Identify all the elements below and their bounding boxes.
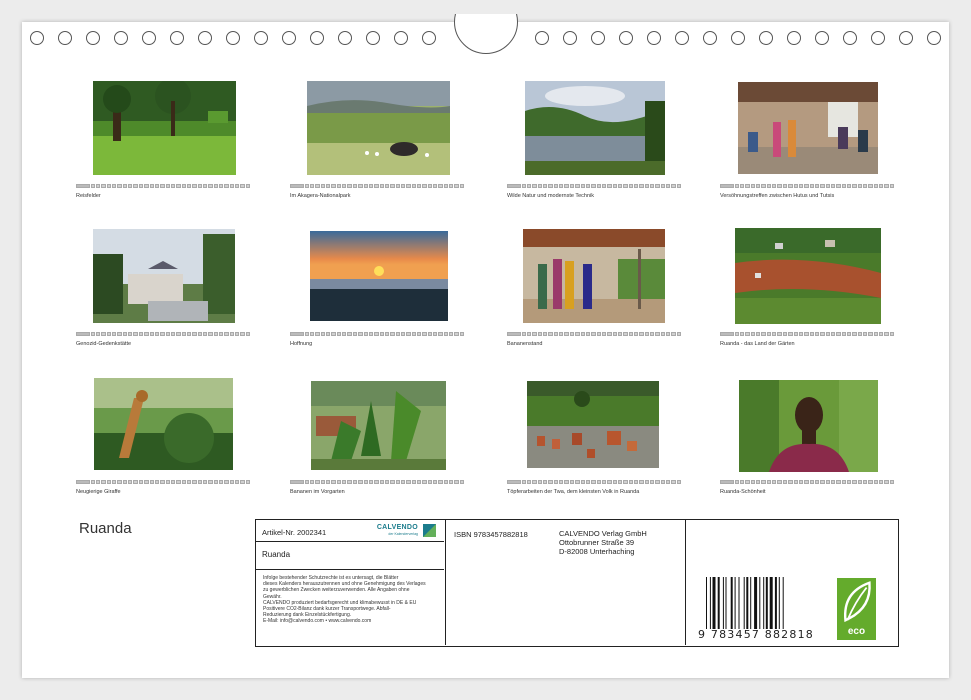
calendar-day-strip bbox=[720, 332, 895, 336]
calendar-day-strip bbox=[507, 480, 682, 484]
thumbnail-banana-stand bbox=[523, 229, 665, 323]
thumbnail-rwanda-beauty bbox=[739, 380, 878, 472]
leaf-icon bbox=[844, 581, 871, 623]
eco-badge: eco bbox=[837, 578, 876, 640]
calendar-day-strip bbox=[290, 332, 465, 336]
calendar-day-strip bbox=[290, 480, 465, 484]
binding-hole bbox=[58, 31, 72, 45]
thumbnail-twa-pottery bbox=[527, 381, 659, 468]
thumbnail-curious-giraffe bbox=[94, 378, 233, 470]
publisher-line: D-82008 Unterhaching bbox=[559, 547, 635, 556]
calendar-day-strip bbox=[290, 184, 465, 188]
article-row: Artikel-Nr. 2002341 CALVENDO der Kalende… bbox=[256, 520, 444, 542]
calendar-day-strip bbox=[76, 480, 251, 484]
thumbnail-rice-fields bbox=[93, 81, 236, 175]
calendar-day-strip bbox=[76, 332, 251, 336]
info-left-column: Artikel-Nr. 2002341 CALVENDO der Kalende… bbox=[256, 520, 446, 645]
binding-hole bbox=[198, 31, 212, 45]
thumbnail-caption: Bananenstand bbox=[507, 341, 543, 347]
binding-hole bbox=[394, 31, 408, 45]
binding-hole bbox=[114, 31, 128, 45]
binding-hole bbox=[899, 31, 913, 45]
binding-hole bbox=[366, 31, 380, 45]
binding-hole bbox=[254, 31, 268, 45]
info-middle-column: ISBN 9783457882818 CALVENDO Verlag GmbH O… bbox=[446, 520, 686, 645]
binding-hole bbox=[703, 31, 717, 45]
thumbnail-wild-nature bbox=[525, 81, 665, 175]
thumbnail-caption: Hoffnung bbox=[290, 341, 313, 347]
article-number: Artikel-Nr. 2002341 bbox=[262, 528, 327, 537]
binding-hole bbox=[563, 31, 577, 45]
hanger-cutout bbox=[454, 14, 518, 54]
barcode-number: 9 783457 882818 bbox=[698, 628, 814, 641]
thumbnail-caption: Reisfelder bbox=[76, 193, 101, 199]
calendar-day-strip bbox=[720, 184, 895, 188]
binding-hole bbox=[731, 31, 745, 45]
binding-hole bbox=[843, 31, 857, 45]
thumbnail-caption: Töpferarbeiten der Twa, dem kleinsten Vo… bbox=[507, 489, 640, 495]
subtitle-row: Ruanda bbox=[256, 542, 444, 570]
thumbnail-caption: Bananen im Vorgarten bbox=[290, 489, 345, 495]
thumbnail-akagera bbox=[307, 81, 450, 175]
brand-name: CALVENDO bbox=[376, 524, 418, 531]
publisher-line: Ottobrunner Straße 39 bbox=[559, 538, 635, 547]
binding-hole bbox=[310, 31, 324, 45]
thumbnail-hope-sunset bbox=[310, 231, 448, 321]
info-right-column: 9 783457 882818 eco bbox=[686, 520, 898, 645]
legal-line: E-Mail: info@calvendo.com • www.calvendo… bbox=[263, 618, 372, 625]
legal-notice: Infolge bestehender Schutzrechte ist es … bbox=[263, 575, 443, 625]
publisher-line: CALVENDO Verlag GmbH bbox=[559, 529, 647, 538]
binding-holes bbox=[0, 0, 971, 60]
binding-hole bbox=[226, 31, 240, 45]
binding-hole bbox=[815, 31, 829, 45]
binding-hole bbox=[282, 31, 296, 45]
binding-hole bbox=[422, 31, 436, 45]
eco-label: eco bbox=[847, 626, 866, 637]
thumbnail-genocide-memorial bbox=[93, 229, 235, 323]
calvendo-logo-icon bbox=[423, 524, 436, 537]
binding-hole bbox=[170, 31, 184, 45]
binding-hole bbox=[142, 31, 156, 45]
product-info-box: Artikel-Nr. 2002341 CALVENDO der Kalende… bbox=[255, 519, 899, 647]
publisher-address: CALVENDO Verlag GmbH Ottobrunner Straße 3… bbox=[559, 529, 647, 556]
isbn: ISBN 9783457882818 bbox=[454, 530, 528, 539]
binding-hole bbox=[30, 31, 44, 45]
thumbnail-caption: Im Akagera-Nationalpark bbox=[290, 193, 351, 199]
binding-hole bbox=[927, 31, 941, 45]
thumbnail-caption: Genozid-Gedenkstätte bbox=[76, 341, 132, 347]
thumbnail-caption: Ruanda - das Land der Gärten bbox=[720, 341, 795, 347]
calendar-day-strip bbox=[720, 480, 895, 484]
binding-hole bbox=[787, 31, 801, 45]
binding-hole bbox=[647, 31, 661, 45]
calendar-day-strip bbox=[76, 184, 251, 188]
barcode-icon bbox=[706, 577, 784, 629]
thumbnail-caption: Neugierige Giraffe bbox=[76, 489, 121, 495]
binding-hole bbox=[759, 31, 773, 45]
calendar-title: Ruanda bbox=[79, 520, 132, 537]
thumbnail-land-of-gardens bbox=[735, 228, 881, 324]
calendar-subtitle: Ruanda bbox=[262, 550, 291, 559]
thumbnail-caption: Ruanda-Schönheit bbox=[720, 489, 766, 495]
brand-tagline: der Kalenderverlag bbox=[388, 532, 418, 536]
thumbnail-caption: Versöhnungstreffen zwischen Hutus und Tu… bbox=[720, 193, 835, 199]
calendar-day-strip bbox=[507, 332, 682, 336]
calendar-day-strip bbox=[507, 184, 682, 188]
binding-hole bbox=[535, 31, 549, 45]
binding-hole bbox=[86, 31, 100, 45]
thumbnail-bananas-front-yard bbox=[311, 381, 446, 470]
thumbnail-caption: Wilde Natur und modernste Technik bbox=[507, 193, 595, 199]
binding-hole bbox=[338, 31, 352, 45]
binding-hole bbox=[619, 31, 633, 45]
binding-hole bbox=[675, 31, 689, 45]
binding-hole bbox=[871, 31, 885, 45]
thumbnail-reconciliation-meeting bbox=[738, 82, 878, 174]
binding-hole bbox=[591, 31, 605, 45]
